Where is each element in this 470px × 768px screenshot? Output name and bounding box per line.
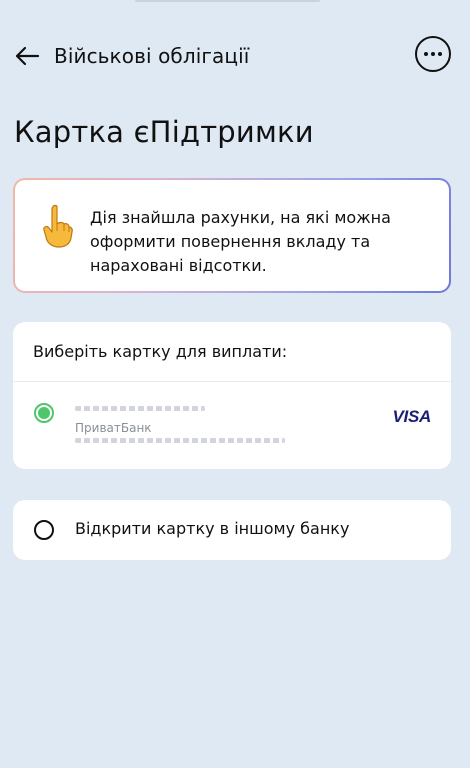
more-dot bbox=[431, 52, 435, 56]
info-notice: Дія знайшла рахунки, на які можна оформи… bbox=[13, 178, 451, 293]
pointing-up-hand-icon bbox=[43, 204, 73, 248]
more-dot bbox=[438, 52, 442, 56]
top-bar: Військові облігації bbox=[0, 36, 470, 76]
header-title: Військові облігації bbox=[54, 44, 250, 68]
status-bar-indicator bbox=[135, 0, 320, 2]
masked-card-name bbox=[75, 406, 205, 411]
more-horizontal-icon bbox=[424, 52, 428, 56]
more-options-button[interactable] bbox=[415, 36, 451, 72]
card-option-privatbank[interactable]: ПриватБанк VISA bbox=[13, 382, 451, 469]
info-notice-body: Дія знайшла рахунки, на які можна оформи… bbox=[15, 180, 449, 291]
card-selection-header: Виберіть картку для виплати: bbox=[13, 322, 451, 382]
arrow-left-icon bbox=[15, 46, 40, 66]
page-title: Картка єПідтримки bbox=[14, 115, 314, 149]
radio-selected-dot bbox=[38, 407, 50, 419]
card-bank-name: ПриватБанк bbox=[75, 421, 152, 435]
masked-card-number bbox=[75, 438, 285, 443]
back-button[interactable] bbox=[12, 42, 42, 70]
open-card-other-bank-label: Відкрити картку в іншому банку bbox=[75, 519, 350, 538]
card-selection-panel: Виберіть картку для виплати: ПриватБанк … bbox=[13, 322, 451, 469]
info-notice-text: Дія знайшла рахунки, на які можна оформи… bbox=[90, 208, 391, 275]
visa-logo: VISA bbox=[392, 407, 432, 426]
radio-unselected[interactable] bbox=[34, 520, 54, 540]
open-card-other-bank-option[interactable]: Відкрити картку в іншому банку bbox=[13, 500, 451, 560]
radio-selected[interactable] bbox=[34, 403, 54, 423]
